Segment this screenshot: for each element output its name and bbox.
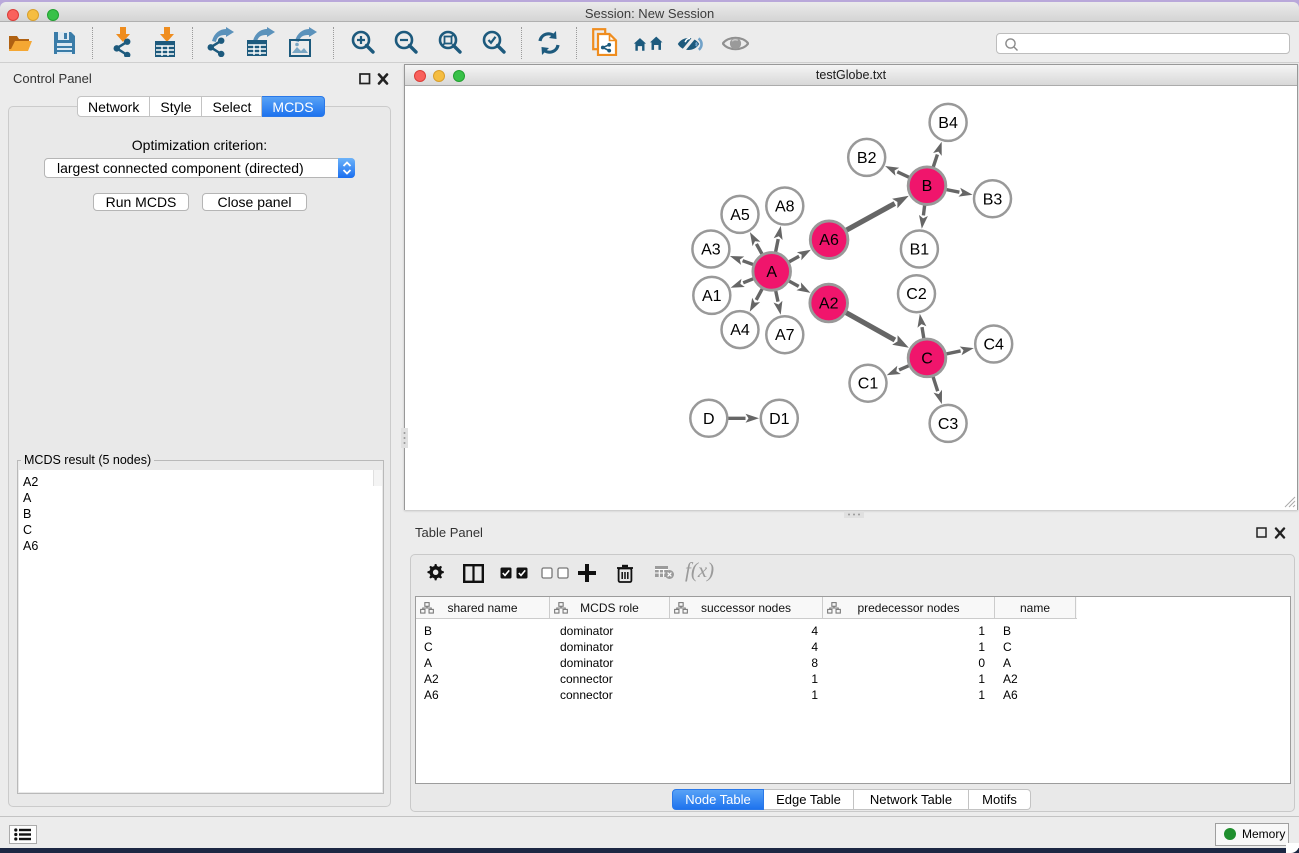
svg-text:A1: A1 — [702, 288, 722, 305]
svg-text:C4: C4 — [983, 337, 1004, 354]
svg-text:A8: A8 — [775, 199, 795, 216]
svg-text:D: D — [703, 411, 715, 428]
svg-text:B: B — [922, 178, 933, 195]
svg-text:C3: C3 — [938, 416, 959, 433]
svg-text:B2: B2 — [857, 150, 877, 167]
svg-text:C2: C2 — [906, 286, 927, 303]
svg-text:A5: A5 — [730, 207, 750, 224]
svg-text:B1: B1 — [910, 242, 930, 259]
svg-text:C1: C1 — [858, 376, 879, 393]
svg-text:D1: D1 — [769, 411, 790, 428]
svg-text:A7: A7 — [775, 327, 795, 344]
svg-text:A2: A2 — [819, 296, 839, 313]
svg-text:C: C — [921, 350, 933, 367]
svg-text:A3: A3 — [701, 242, 721, 259]
svg-text:B3: B3 — [983, 191, 1003, 208]
svg-text:A6: A6 — [819, 232, 839, 249]
svg-text:B4: B4 — [938, 115, 958, 132]
svg-text:A: A — [766, 264, 777, 281]
svg-text:A4: A4 — [730, 322, 750, 339]
